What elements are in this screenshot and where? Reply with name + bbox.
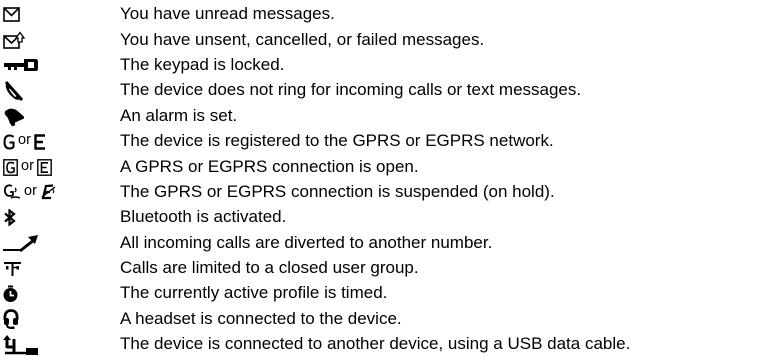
status-indicator-list: You have unread messages. You have unsen… (3, 2, 755, 357)
indicator-description: The device does not ring for incoming ca… (120, 80, 582, 100)
indicator-row-gprs-suspended: or The GPRS or EGPRS connection is suspe… (3, 180, 755, 205)
call-divert-icon (3, 235, 38, 253)
indicator-description: The keypad is locked. (120, 54, 285, 74)
headset-icon (3, 309, 19, 330)
gprs-registered-icon (3, 134, 15, 150)
gprs-suspended-icon (3, 184, 21, 200)
indicator-row-unread-messages: You have unread messages. (3, 2, 755, 27)
alarm-bell-icon (4, 108, 25, 127)
indicator-description: You have unread messages. (120, 4, 335, 24)
or-connector: or (24, 183, 37, 200)
bluetooth-icon (4, 209, 16, 227)
indicator-row-bluetooth: Bluetooth is activated. (3, 205, 755, 230)
unsent-message-icon (3, 31, 25, 49)
indicator-description: The device is registered to the GPRS or … (120, 131, 554, 151)
indicator-description: All incoming calls are diverted to anoth… (120, 232, 493, 252)
usb-cable-icon (3, 334, 38, 355)
indicator-description: An alarm is set. (120, 105, 238, 125)
indicator-description: You have unsent, cancelled, or failed me… (120, 29, 485, 49)
or-connector: or (18, 132, 31, 149)
egprs-suspended-icon (41, 184, 56, 200)
indicator-description: The currently active profile is timed. (120, 283, 388, 303)
indicator-description: A GPRS or EGPRS connection is open. (120, 156, 419, 176)
indicator-description: A headset is connected to the device. (120, 308, 402, 328)
egprs-registered-icon (34, 133, 45, 150)
indicator-row-alarm: An alarm is set. (3, 104, 755, 129)
indicator-row-gprs-connection-open: or A GPRS or EGPRS connection is open. (3, 154, 755, 179)
indicator-row-silent: The device does not ring for incoming ca… (3, 78, 755, 103)
closed-user-group-icon (4, 261, 21, 276)
indicator-row-unsent-messages: You have unsent, cancelled, or failed me… (3, 27, 755, 52)
gprs-connection-open-icon (3, 158, 18, 176)
indicator-row-headset: A headset is connected to the device. (3, 307, 755, 332)
indicator-description: Calls are limited to a closed user group… (120, 258, 419, 278)
indicator-row-usb: The device is connected to another devic… (3, 332, 755, 357)
keypad-lock-icon (4, 59, 38, 72)
unread-message-icon (3, 6, 20, 22)
indicator-description: Bluetooth is activated. (120, 207, 287, 227)
indicator-row-timed-profile: The currently active profile is timed. (3, 281, 755, 306)
indicator-row-keypad-locked: The keypad is locked. (3, 53, 755, 78)
indicator-row-call-divert: All incoming calls are diverted to anoth… (3, 231, 755, 256)
indicator-row-closed-user-group: Calls are limited to a closed user group… (3, 256, 755, 281)
silent-ringer-icon (4, 80, 24, 101)
indicator-row-gprs-registered: or The device is registered to the GPRS … (3, 129, 755, 154)
indicator-description: The device is connected to another devic… (120, 334, 631, 354)
timed-profile-icon (3, 285, 18, 302)
indicator-description: The GPRS or EGPRS connection is suspende… (120, 181, 555, 201)
egprs-connection-open-icon (37, 158, 52, 176)
or-connector: or (21, 157, 34, 174)
